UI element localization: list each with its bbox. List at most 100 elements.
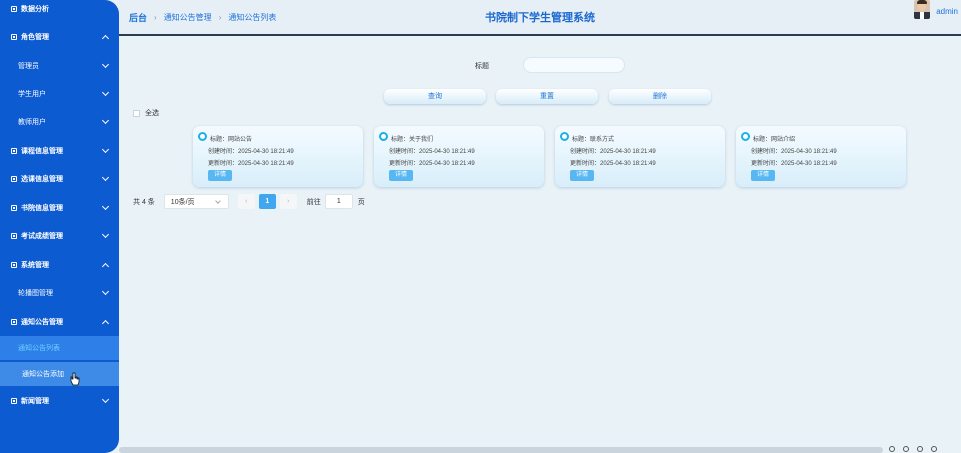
menu-icon — [11, 398, 17, 404]
chevron-down-icon — [101, 230, 110, 239]
sidebar-item-carousel[interactable]: 轮播图管理 — [0, 284, 119, 302]
menu-icon — [11, 205, 17, 211]
chevron-down-icon — [214, 198, 221, 204]
card-created: 创建时间：2025-04-30 18:21:49 — [570, 149, 656, 155]
reset-button[interactable]: 重置 — [496, 89, 598, 104]
chevron-down-icon — [101, 287, 110, 296]
radio-icon[interactable] — [198, 132, 207, 141]
card-updated: 更新时间：2025-04-30 18:21:49 — [751, 161, 837, 167]
title-search-input[interactable] — [523, 57, 625, 73]
detail-button[interactable]: 详情 — [751, 170, 775, 181]
detail-button[interactable]: 详情 — [208, 170, 232, 181]
detail-button[interactable]: 详情 — [570, 170, 594, 181]
card-created: 创建时间：2025-04-30 18:21:49 — [751, 149, 837, 155]
card-title: 标题：关于我们 — [391, 137, 434, 143]
sidebar-item-exam-scores[interactable]: 考试成绩管理 — [0, 227, 119, 245]
sidebar-item-news-management[interactable]: 新闻管理 — [0, 392, 119, 410]
sidebar-item-label: 通知公告添加 — [22, 371, 64, 378]
chevron-down-icon — [101, 173, 110, 182]
sidebar-item-label: 教师用户 — [18, 119, 46, 126]
sidebar-item-admin[interactable]: 管理员 — [0, 57, 119, 75]
query-button[interactable]: 查询 — [384, 89, 486, 104]
top-header: 后台 › 通知公告管理 › 通知公告列表 书院制下学生管理系统 admin — [119, 0, 961, 36]
card-title: 标题：联系方式 — [572, 137, 615, 143]
menu-icon — [11, 319, 17, 325]
sidebar: 数据分析 角色管理 管理员 学生用户 教师用户 课程信息管理 选课信息管理 书院… — [0, 0, 119, 453]
menu-icon — [11, 233, 17, 239]
sidebar-item-label: 轮播图管理 — [18, 290, 53, 297]
page-size-value: 10条/页 — [170, 198, 195, 206]
radio-icon[interactable] — [741, 132, 750, 141]
sidebar-item-role-management[interactable]: 角色管理 — [0, 28, 119, 46]
sidebar-item-label: 管理员 — [18, 63, 39, 70]
notice-card: 标题：网站介绍 创建时间：2025-04-30 18:21:49 更新时间：20… — [736, 126, 906, 187]
sidebar-item-label: 系统管理 — [21, 262, 49, 269]
chevron-down-icon — [101, 395, 110, 404]
goto-label: 前往 — [306, 198, 321, 206]
chevron-down-icon — [101, 116, 110, 125]
card-updated: 更新时间：2025-04-30 18:21:49 — [208, 161, 294, 167]
menu-icon — [11, 176, 17, 182]
sidebar-item-teacher-users[interactable]: 教师用户 — [0, 113, 119, 131]
avatar[interactable] — [914, 0, 930, 19]
hand-cursor-icon — [70, 372, 80, 386]
radio-icon[interactable] — [379, 132, 388, 141]
chevron-up-icon — [101, 34, 110, 43]
chevron-down-icon — [101, 88, 110, 97]
tray-icon[interactable] — [903, 446, 909, 452]
sidebar-item-label: 角色管理 — [21, 34, 49, 41]
select-all-checkbox[interactable] — [133, 109, 140, 117]
prev-page-button[interactable]: ‹ — [237, 194, 255, 209]
card-title: 标题：网站公告 — [210, 137, 253, 143]
card-updated: 更新时间：2025-04-30 18:21:49 — [389, 161, 475, 167]
select-all-label: 全选 — [145, 110, 159, 117]
sidebar-item-course-info[interactable]: 课程信息管理 — [0, 142, 119, 160]
menu-icon — [11, 6, 17, 12]
menu-icon — [11, 148, 17, 154]
page-number-button[interactable]: 1 — [258, 194, 276, 209]
sidebar-item-college-info[interactable]: 书院信息管理 — [0, 199, 119, 217]
notice-card: 标题：关于我们 创建时间：2025-04-30 18:21:49 更新时间：20… — [374, 126, 544, 187]
card-created: 创建时间：2025-04-30 18:21:49 — [389, 149, 475, 155]
title-search-label: 标题 — [475, 63, 489, 70]
chevron-down-icon — [101, 60, 110, 69]
sidebar-item-label: 学生用户 — [18, 91, 46, 98]
detail-button[interactable]: 详情 — [389, 170, 413, 181]
sidebar-item-data-analysis[interactable]: 数据分析 — [0, 0, 119, 18]
chevron-down-icon — [101, 145, 110, 154]
sidebar-item-course-selection[interactable]: 选课信息管理 — [0, 170, 119, 188]
tray-icon[interactable] — [917, 446, 923, 452]
page-suffix-label: 页 — [357, 198, 365, 206]
system-tray — [883, 446, 961, 453]
page-size-select[interactable]: 10条/页 — [163, 194, 229, 209]
sidebar-item-notice-add[interactable]: 通知公告添加 — [0, 362, 119, 386]
chevron-up-icon — [101, 262, 110, 271]
menu-icon — [11, 34, 17, 40]
radio-icon[interactable] — [560, 132, 569, 141]
main-content: 标题 查询 重置 删除 全选 标题：网站公告 创建时间：2025-04-30 1… — [119, 38, 961, 448]
sidebar-item-student-users[interactable]: 学生用户 — [0, 85, 119, 103]
pagination-total: 共 4 条 — [133, 198, 155, 206]
goto-page-input[interactable]: 1 — [324, 194, 353, 209]
tray-icon[interactable] — [889, 446, 895, 452]
chevron-down-icon — [101, 202, 110, 211]
menu-icon — [11, 262, 17, 268]
sidebar-item-label: 新闻管理 — [21, 398, 49, 405]
sidebar-item-notice-management[interactable]: 通知公告管理 — [0, 313, 119, 331]
sidebar-item-label: 书院信息管理 — [21, 205, 63, 212]
sidebar-item-label: 通知公告列表 — [18, 345, 60, 352]
select-all[interactable]: 全选 — [133, 108, 159, 118]
pagination: 共 4 条 10条/页 ‹ 1 › 前往 1 页 — [133, 194, 365, 209]
horizontal-scrollbar[interactable] — [119, 447, 883, 453]
sidebar-item-label: 选课信息管理 — [21, 176, 63, 183]
sidebar-item-system-management[interactable]: 系统管理 — [0, 256, 119, 274]
sidebar-item-notice-list[interactable]: 通知公告列表 — [0, 336, 119, 360]
delete-button[interactable]: 删除 — [609, 89, 711, 104]
sidebar-item-label: 考试成绩管理 — [21, 233, 63, 240]
chevron-up-icon — [101, 319, 110, 328]
tray-icon[interactable] — [931, 446, 937, 452]
card-title: 标题：网站介绍 — [753, 137, 796, 143]
card-created: 创建时间：2025-04-30 18:21:49 — [208, 149, 294, 155]
next-page-button[interactable]: › — [279, 194, 297, 209]
username-label[interactable]: admin — [936, 7, 958, 16]
